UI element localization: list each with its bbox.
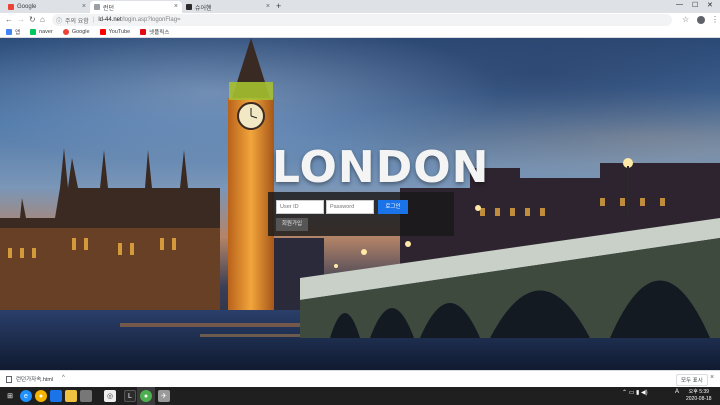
login-button[interactable]: 로그인 bbox=[378, 200, 408, 214]
tab-google[interactable]: Google × bbox=[4, 1, 90, 13]
user-id-input[interactable] bbox=[276, 200, 324, 214]
app-icon bbox=[186, 4, 192, 10]
bookmark-youtube[interactable]: YouTube bbox=[99, 29, 131, 35]
close-icon[interactable]: × bbox=[710, 374, 714, 381]
tab-title: 슈어헨 bbox=[195, 5, 212, 12]
tab-title: 런던 bbox=[103, 5, 115, 12]
tab-title: Google bbox=[17, 4, 37, 10]
bookmarks-bar: 앱 naver Google YouTube 넷플릭스 bbox=[0, 27, 720, 38]
youtube-icon bbox=[99, 29, 106, 35]
close-icon[interactable]: × bbox=[174, 3, 178, 10]
chrome-icon-active[interactable]: ● bbox=[140, 390, 152, 402]
clock-time: 오후 5:39 bbox=[688, 389, 709, 395]
page-content: LONDON 로그인 회원가입 bbox=[0, 38, 720, 370]
tab-strip: Google × 런던 × 슈어헨 × + — ☐ ✕ bbox=[0, 0, 720, 13]
bookmark-label: 앱 bbox=[15, 30, 21, 36]
bookmark-label: Google bbox=[71, 29, 90, 35]
taskbar: ⊞ e ● ◎ L ● ✈ ⌃ ▭ ▮ ◀) A 오후 5:39 2020-08… bbox=[0, 387, 720, 405]
folder-icon[interactable] bbox=[65, 390, 77, 402]
toolbar: ← → ↻ ⌂ ⓘ 주의 요함 | ld-44.net /login.asp?l… bbox=[0, 13, 720, 27]
download-bar: 런던가자속.html ^ 모두 표시 × bbox=[0, 370, 720, 387]
language-indicator[interactable]: A bbox=[675, 389, 679, 395]
address-bar[interactable]: ⓘ 주의 요함 | ld-44.net /login.asp?logonFlag… bbox=[52, 14, 672, 26]
bookmark-netflix[interactable]: 넷플릭스 bbox=[140, 28, 169, 36]
bookmark-label: YouTube bbox=[108, 29, 131, 35]
close-icon[interactable]: × bbox=[82, 3, 86, 10]
bookmark-label: naver bbox=[39, 29, 53, 35]
back-icon[interactable]: ← bbox=[5, 14, 13, 26]
forward-icon[interactable]: → bbox=[17, 14, 25, 26]
netflix-icon bbox=[140, 29, 147, 35]
password-input[interactable] bbox=[326, 200, 374, 214]
tab-london[interactable]: 런던 × bbox=[90, 1, 182, 13]
signup-button[interactable]: 회원가입 bbox=[276, 218, 308, 231]
bookmark-apps[interactable]: 앱 bbox=[6, 28, 20, 36]
explorer-icon[interactable] bbox=[50, 390, 62, 402]
chevron-up-icon[interactable]: ^ bbox=[62, 375, 65, 381]
minimize-icon[interactable]: — bbox=[676, 1, 683, 8]
hero-title: LONDON bbox=[272, 142, 490, 193]
app-icon-3[interactable]: L bbox=[124, 390, 136, 402]
file-icon bbox=[6, 375, 12, 383]
apps-grid-icon bbox=[6, 29, 12, 35]
home-icon[interactable]: ⌂ bbox=[40, 14, 45, 26]
app-icon-4[interactable]: ✈ bbox=[158, 390, 170, 402]
app-icon[interactable] bbox=[80, 390, 92, 402]
tray-icons[interactable]: ⌃ ▭ ▮ ◀) bbox=[622, 389, 648, 396]
maximize-icon[interactable]: ☐ bbox=[692, 1, 698, 9]
naver-icon bbox=[30, 29, 37, 35]
url-path: /login.asp?logonFlag= bbox=[121, 17, 181, 23]
app-icon-2[interactable]: ◎ bbox=[104, 390, 116, 402]
taskbar-clock[interactable]: 오후 5:39 2020-08-18 bbox=[686, 389, 712, 403]
bookmark-star-icon[interactable]: ☆ bbox=[682, 14, 689, 26]
new-tab-button[interactable]: + bbox=[276, 1, 281, 12]
page-icon bbox=[94, 4, 100, 10]
bookmark-label: 넷플릭스 bbox=[149, 30, 170, 36]
download-item[interactable]: 런던가자속.html bbox=[6, 375, 53, 383]
window-close-icon[interactable]: ✕ bbox=[707, 1, 713, 9]
clock-date: 2020-08-18 bbox=[686, 396, 712, 402]
ie-icon[interactable]: e bbox=[20, 390, 32, 402]
show-all-button[interactable]: 모두 표시 bbox=[676, 374, 708, 386]
close-icon[interactable]: × bbox=[266, 3, 270, 10]
bookmark-google[interactable]: Google bbox=[62, 29, 90, 35]
google-g-icon bbox=[8, 4, 14, 10]
divider: | bbox=[92, 17, 95, 23]
security-label: 주의 요함 bbox=[65, 18, 89, 25]
download-filename: 런던가자속.html bbox=[16, 377, 54, 383]
windows-start-icon[interactable]: ⊞ bbox=[4, 390, 16, 402]
tab-third[interactable]: 슈어헨 × bbox=[182, 1, 274, 13]
profile-avatar-icon[interactable] bbox=[697, 16, 705, 24]
url-host: ld-44.net bbox=[98, 17, 122, 23]
menu-icon[interactable]: ⋮ bbox=[711, 14, 719, 26]
browser-window: Google × 런던 × 슈어헨 × + — ☐ ✕ ← → ↻ ⌂ ⓘ 주의… bbox=[0, 0, 720, 405]
bookmark-naver[interactable]: naver bbox=[30, 29, 53, 35]
info-icon[interactable]: ⓘ bbox=[56, 16, 62, 25]
google-g-icon bbox=[62, 29, 69, 35]
login-panel: 로그인 회원가입 bbox=[268, 192, 454, 236]
chrome-icon[interactable]: ● bbox=[35, 390, 47, 402]
reload-icon[interactable]: ↻ bbox=[29, 14, 36, 26]
